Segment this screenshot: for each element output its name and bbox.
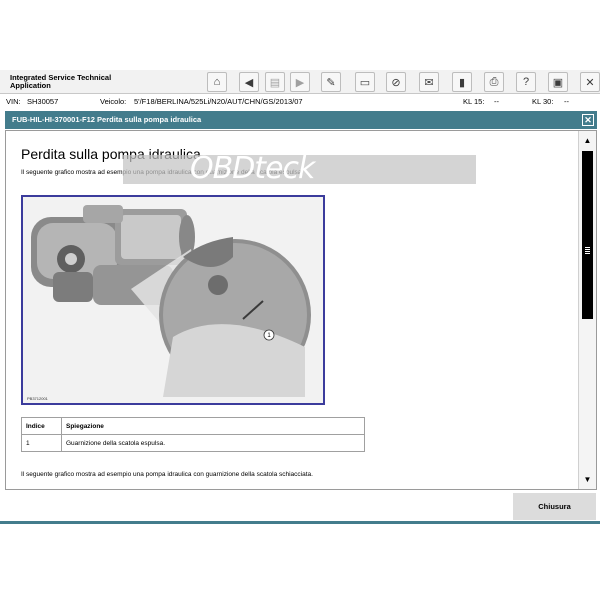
save-icon[interactable]: ▣	[548, 72, 568, 92]
scroll-down-icon[interactable]: ▼	[581, 474, 594, 486]
table-row: 1 Guarnizione della scatola espulsa.	[21, 434, 365, 452]
back-icon[interactable]: ◀	[239, 72, 259, 92]
figure-id: PB3712001	[27, 396, 48, 401]
document-icon[interactable]: ▤	[265, 72, 285, 92]
legend-table: Indice Spiegazione 1 Guarnizione della s…	[21, 417, 365, 452]
scroll-thumb[interactable]	[582, 151, 593, 319]
table-cell-explanation: Guarnizione della scatola espulsa.	[61, 434, 365, 452]
kl30-value: --	[564, 97, 569, 106]
table-header-row: Indice Spiegazione	[21, 417, 365, 435]
kl15-label: KL 15:	[463, 97, 485, 106]
measure-icon[interactable]: ⊘	[386, 72, 406, 92]
vin-value: SH30057	[27, 97, 59, 106]
column-header-spiegazione: Spiegazione	[61, 417, 365, 435]
document-title-bar: FUB-HIL-HI-370001-F12 Perdita sulla pomp…	[5, 111, 597, 129]
battery-icon[interactable]: ▮	[452, 72, 472, 92]
scroll-grip-line	[585, 251, 590, 252]
table-cell-index: 1	[21, 434, 62, 452]
scroll-grip-line	[585, 247, 590, 248]
close-window-icon[interactable]: ✕	[582, 114, 594, 126]
close-icon[interactable]: ✕	[580, 72, 600, 92]
forward-icon[interactable]: ▶	[290, 72, 310, 92]
close-button[interactable]: Chiusura	[513, 493, 596, 520]
document-window-title: FUB-HIL-HI-370001-F12 Perdita sulla pomp…	[12, 115, 202, 124]
scroll-grip-line	[585, 253, 590, 254]
footer-text: Il seguente grafico mostra ad esempio un…	[21, 471, 313, 478]
wrench-icon[interactable]: ✎	[321, 72, 341, 92]
hydraulic-pump-illustration: 1	[23, 197, 323, 403]
top-toolbar: Integrated Service Technical Application…	[0, 70, 600, 94]
mail-icon[interactable]: ✉	[419, 72, 439, 92]
app-title: Integrated Service Technical Application	[10, 73, 112, 90]
veicolo-value: 5'/F18/BERLINA/525Li/N20/AUT/CHN/GS/2013…	[134, 97, 303, 106]
vin-label: VIN:	[6, 97, 21, 106]
veicolo-label: Veicolo:	[100, 97, 127, 106]
bottom-accent-line	[0, 521, 600, 524]
vertical-scrollbar[interactable]: ▲ ▼	[578, 131, 596, 489]
pump-figure: 1 PB3712001	[21, 195, 325, 405]
scroll-up-icon[interactable]: ▲	[581, 135, 594, 147]
watermark-logo: OBDteck	[190, 151, 315, 186]
home-icon[interactable]: ⌂	[207, 72, 227, 92]
print-icon[interactable]: ⎙	[484, 72, 504, 92]
kl30-label: KL 30:	[532, 97, 554, 106]
vehicle-info-icon[interactable]: ▭	[355, 72, 375, 92]
column-header-indice: Indice	[21, 417, 62, 435]
bottom-bar: Chiusura	[0, 493, 600, 520]
scroll-grip-line	[585, 249, 590, 250]
help-icon[interactable]: ?	[516, 72, 536, 92]
kl15-value: --	[494, 97, 499, 106]
vehicle-info-bar: VIN: SH30057 Veicolo: 5'/F18/BERLINA/525…	[0, 95, 600, 108]
